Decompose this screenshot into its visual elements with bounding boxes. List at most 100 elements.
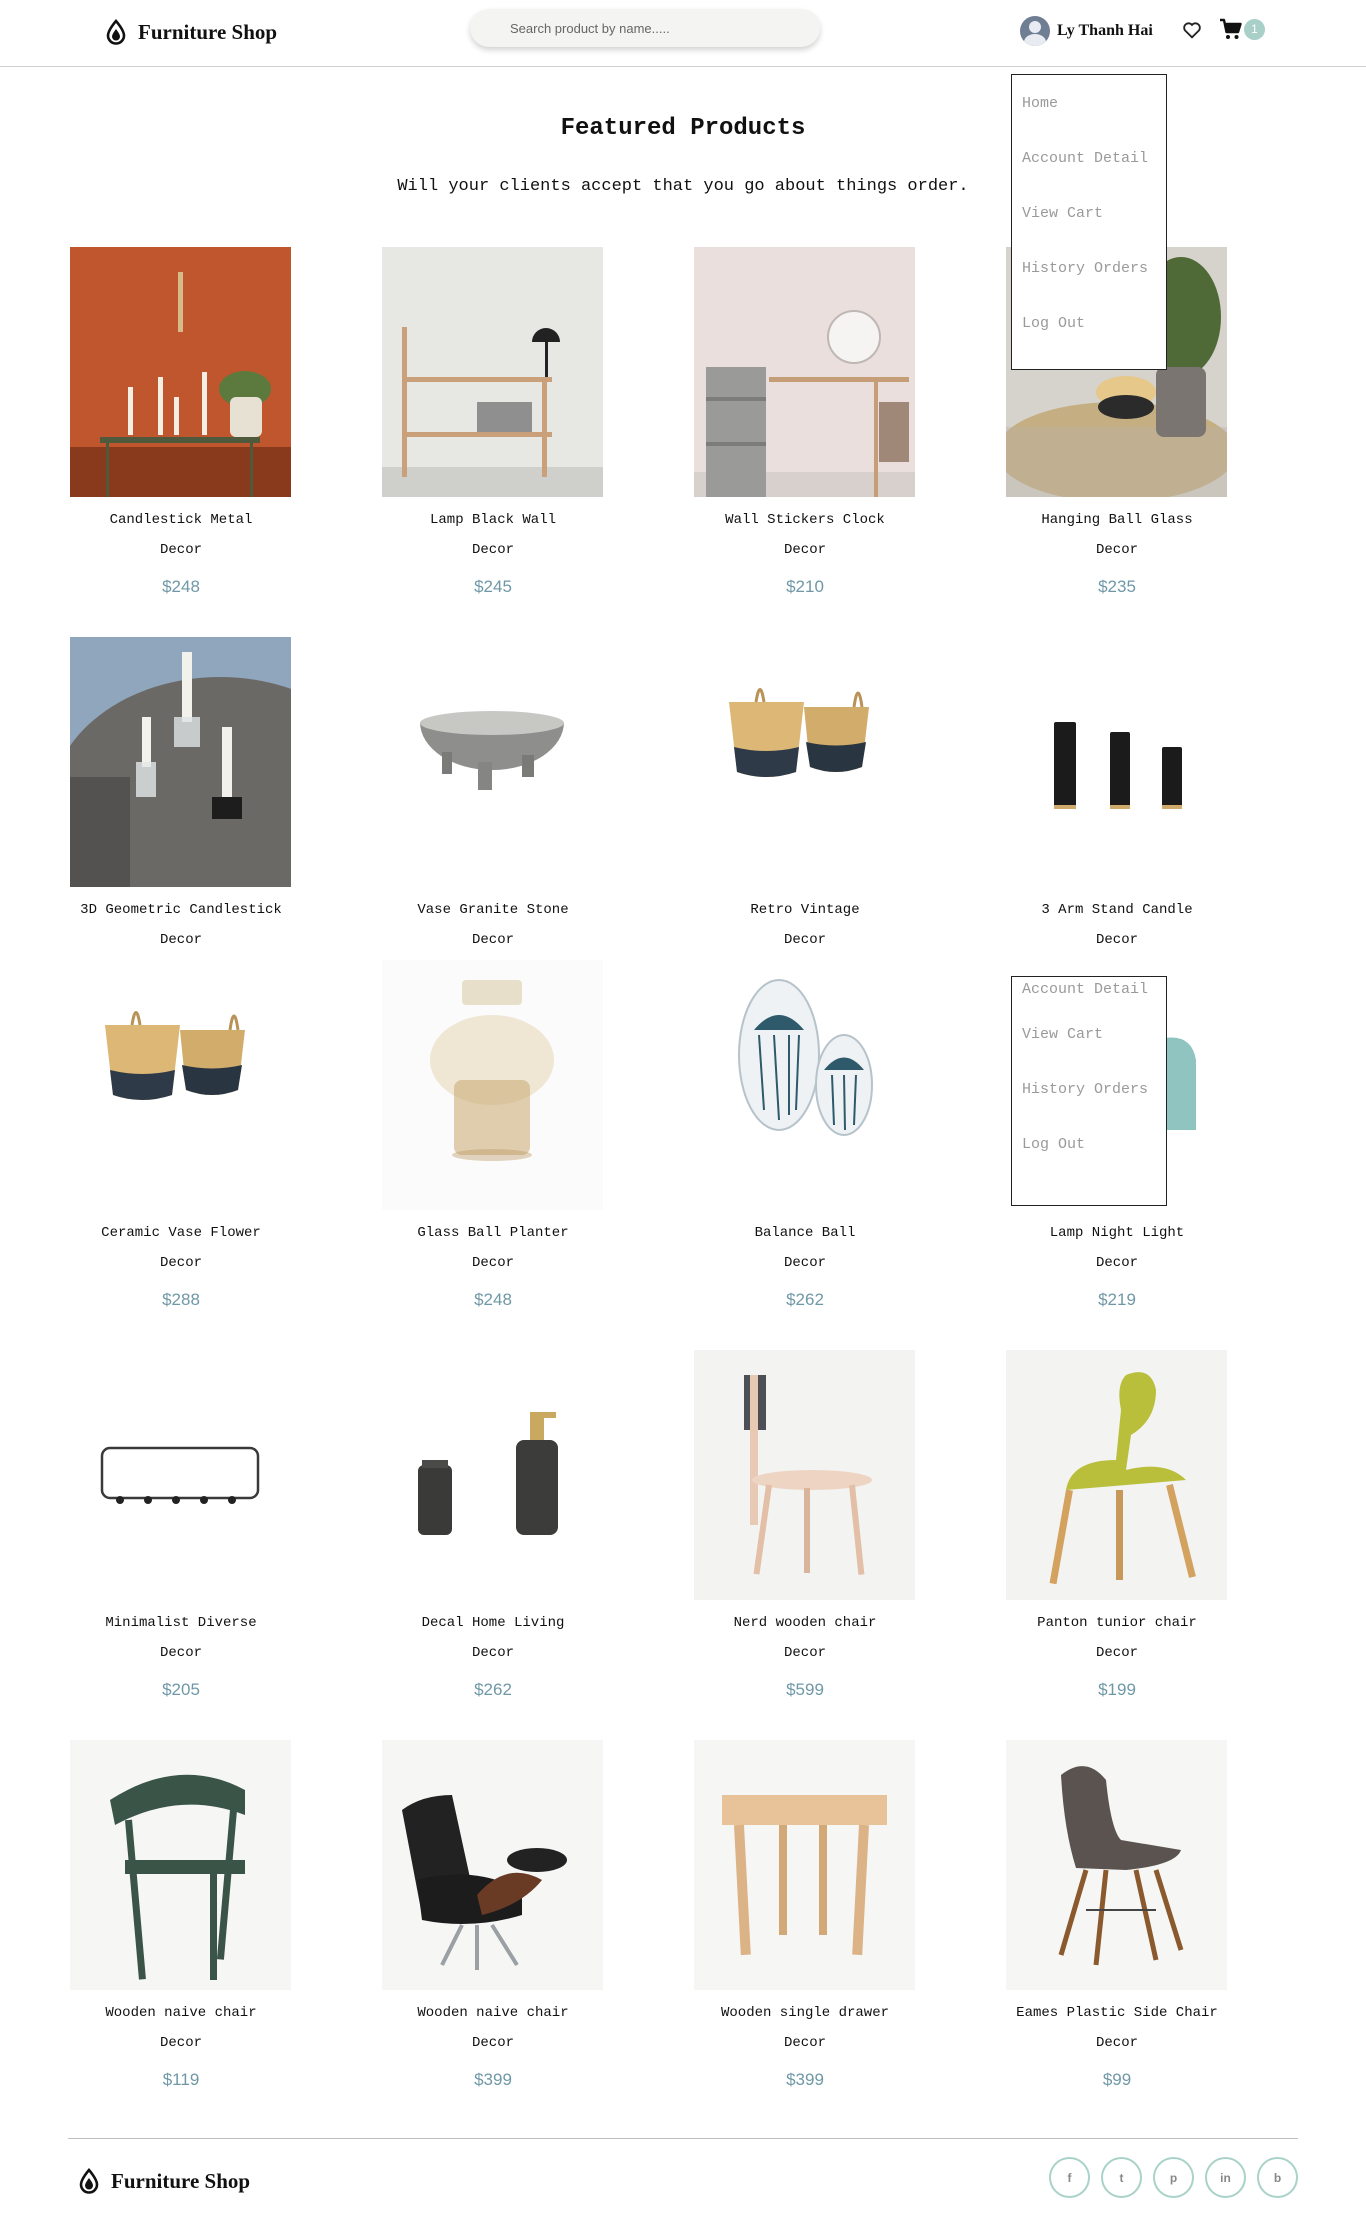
product-category: Decor <box>471 1645 514 1661</box>
product-price: $119 <box>162 2070 200 2089</box>
cart-icon[interactable] <box>1219 17 1243 41</box>
product-category: Decor <box>159 1255 202 1271</box>
product-name[interactable]: Wooden naive chair <box>348 2005 638 2021</box>
product-name[interactable]: Vase Granite Stone <box>348 902 638 918</box>
product-image[interactable] <box>694 637 915 887</box>
drop-logo-icon <box>79 2168 99 2194</box>
menu-item-view-cart[interactable]: View Cart <box>1012 1007 1166 1062</box>
avatar[interactable] <box>1020 16 1050 46</box>
product-image[interactable] <box>1006 1350 1227 1600</box>
product-image[interactable] <box>694 1740 915 1990</box>
heart-icon[interactable] <box>1181 19 1203 41</box>
product-name[interactable]: Minimalist Diverse <box>36 1615 326 1631</box>
product-price: $262 <box>474 1680 512 1699</box>
product-name[interactable]: Lamp Black Wall <box>348 512 638 528</box>
product-image[interactable] <box>70 637 291 887</box>
product-image[interactable] <box>694 960 915 1210</box>
product-image[interactable] <box>70 960 291 1210</box>
menu-item-log-out[interactable]: Log Out <box>1012 1117 1166 1172</box>
user-menu-overlay: Account Detail View Cart History Orders … <box>1011 976 1167 1206</box>
user-account[interactable]: Ly Thanh Hai <box>1020 16 1153 46</box>
product-category: Decor <box>783 1645 826 1661</box>
product-name[interactable]: Nerd wooden chair <box>660 1615 950 1631</box>
menu-item-account-detail[interactable]: Account Detail <box>1012 977 1166 1007</box>
social-links: f t p in b <box>1049 2157 1298 2198</box>
product-name[interactable]: Candlestick Metal <box>36 512 326 528</box>
product-category: Decor <box>471 542 514 558</box>
product-price: $248 <box>474 1290 512 1309</box>
product-name[interactable]: Decal Home Living <box>348 1615 638 1631</box>
product-name[interactable]: Wooden single drawer <box>660 2005 950 2021</box>
product-price: $288 <box>162 1290 200 1309</box>
drop-logo-icon <box>106 19 126 45</box>
cart-count-badge: 1 <box>1244 19 1265 40</box>
product-category: Decor <box>159 932 202 948</box>
product-name[interactable]: Retro Vintage <box>660 902 950 918</box>
product-image[interactable] <box>1006 637 1227 887</box>
product-price: $205 <box>162 1680 200 1699</box>
product-name[interactable]: Panton tunior chair <box>972 1615 1262 1631</box>
product-image[interactable] <box>1006 1740 1227 1990</box>
linkedin-icon[interactable]: in <box>1205 2157 1246 2198</box>
product-name[interactable]: Eames Plastic Side Chair <box>972 2005 1262 2021</box>
product-name[interactable]: Wall Stickers Clock <box>660 512 950 528</box>
product-name[interactable]: 3D Geometric Candlestick <box>36 902 326 918</box>
product-category: Decor <box>471 932 514 948</box>
product-image[interactable] <box>382 637 603 887</box>
menu-item-history-orders[interactable]: History Orders <box>1012 1062 1166 1117</box>
blog-icon[interactable]: b <box>1257 2157 1298 2198</box>
product-name[interactable]: 3 Arm Stand Candle <box>972 902 1262 918</box>
product-category: Decor <box>783 542 826 558</box>
product-price: $210 <box>786 577 824 596</box>
product-category: Decor <box>783 2035 826 2051</box>
user-menu: Home Account Detail View Cart History Or… <box>1011 74 1167 370</box>
product-category: Decor <box>1095 1255 1138 1271</box>
product-image[interactable] <box>70 1350 291 1600</box>
footer-brand-name: Furniture Shop <box>111 2168 251 2193</box>
footer-logo[interactable]: Furniture Shop <box>77 2168 250 2194</box>
product-category: Decor <box>1095 1645 1138 1661</box>
product-image[interactable] <box>70 1740 291 1990</box>
product-category: Decor <box>1095 542 1138 558</box>
product-image[interactable] <box>694 1350 915 1600</box>
product-name[interactable]: Glass Ball Planter <box>348 1225 638 1241</box>
product-image[interactable] <box>694 247 915 497</box>
product-category: Decor <box>1095 932 1138 948</box>
product-price: $235 <box>1098 577 1136 596</box>
menu-item-account-detail[interactable]: Account Detail <box>1012 131 1166 186</box>
site-header: Furniture Shop Ly Thanh Hai 1 <box>0 0 1366 67</box>
user-name[interactable]: Ly Thanh Hai <box>1057 22 1153 40</box>
menu-item-log-out[interactable]: Log Out <box>1012 296 1166 351</box>
product-category: Decor <box>471 1255 514 1271</box>
header-logo[interactable]: Furniture Shop <box>104 19 277 45</box>
site-footer: Furniture Shop f t p in b <box>68 2138 1298 2216</box>
product-price: $399 <box>474 2070 512 2089</box>
product-category: Decor <box>471 2035 514 2051</box>
product-image[interactable] <box>382 1350 603 1600</box>
product-category: Decor <box>159 1645 202 1661</box>
pinterest-icon[interactable]: p <box>1153 2157 1194 2198</box>
product-price: $199 <box>1098 1680 1136 1699</box>
product-image[interactable] <box>382 247 603 497</box>
product-price: $219 <box>1098 1290 1136 1309</box>
product-image[interactable] <box>382 960 603 1210</box>
menu-item-view-cart[interactable]: View Cart <box>1012 186 1166 241</box>
product-price: $599 <box>786 1680 824 1699</box>
product-category: Decor <box>783 1255 826 1271</box>
menu-item-home[interactable]: Home <box>1012 76 1166 131</box>
product-price: $399 <box>786 2070 824 2089</box>
menu-item-history-orders[interactable]: History Orders <box>1012 241 1166 296</box>
facebook-icon[interactable]: f <box>1049 2157 1090 2198</box>
product-price: $99 <box>1102 2070 1132 2089</box>
twitter-icon[interactable]: t <box>1101 2157 1142 2198</box>
product-name[interactable]: Hanging Ball Glass <box>972 512 1262 528</box>
product-name[interactable]: Ceramic Vase Flower <box>36 1225 326 1241</box>
product-name[interactable]: Lamp Night Light <box>972 1225 1262 1241</box>
product-image[interactable] <box>70 247 291 497</box>
product-name[interactable]: Balance Ball <box>660 1225 950 1241</box>
product-category: Decor <box>1095 2035 1138 2051</box>
product-name[interactable]: Wooden naive chair <box>36 2005 326 2021</box>
search-input[interactable] <box>470 9 820 47</box>
product-image[interactable] <box>382 1740 603 1990</box>
product-price: $248 <box>162 577 200 596</box>
